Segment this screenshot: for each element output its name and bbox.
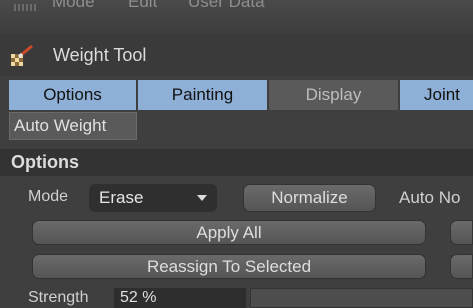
section-header-options[interactable]: Options: [0, 149, 473, 176]
grip-handle-icon[interactable]: [14, 4, 36, 11]
tool-title-bar: Weight Tool: [0, 34, 473, 76]
mode-value: Erase: [99, 188, 144, 207]
normalize-button[interactable]: Normalize: [243, 184, 376, 212]
menu-user-data[interactable]: User Data: [188, 0, 265, 12]
strength-value: 52 %: [120, 289, 157, 306]
tab-options[interactable]: Options: [9, 80, 136, 110]
mode-label: Mode: [28, 188, 69, 205]
auto-normalize-label: Auto No: [399, 188, 461, 207]
apply-all-button[interactable]: Apply All: [32, 220, 426, 245]
partial-button-2[interactable]: [450, 254, 473, 279]
partial-button-1[interactable]: [450, 220, 473, 245]
chevron-down-icon: [197, 195, 207, 201]
reassign-to-selected-button[interactable]: Reassign To Selected: [32, 254, 426, 279]
menu-bar: Mode Edit User Data: [0, 0, 473, 33]
strength-slider[interactable]: [250, 288, 473, 308]
weight-brush-icon: [11, 45, 33, 66]
strength-input[interactable]: 52 %: [114, 288, 246, 308]
tab-display[interactable]: Display: [269, 80, 398, 110]
mode-dropdown[interactable]: Erase: [89, 184, 217, 212]
tab-auto-weight[interactable]: Auto Weight: [9, 112, 137, 140]
tool-title: Weight Tool: [53, 45, 147, 65]
menu-edit[interactable]: Edit: [128, 0, 157, 12]
menu-mode[interactable]: Mode: [52, 0, 95, 12]
tab-painting[interactable]: Painting: [138, 80, 267, 110]
tab-bar: Options Painting Display Joint: [0, 80, 473, 110]
strength-label: Strength: [28, 289, 89, 306]
tab-joint[interactable]: Joint: [400, 80, 473, 110]
